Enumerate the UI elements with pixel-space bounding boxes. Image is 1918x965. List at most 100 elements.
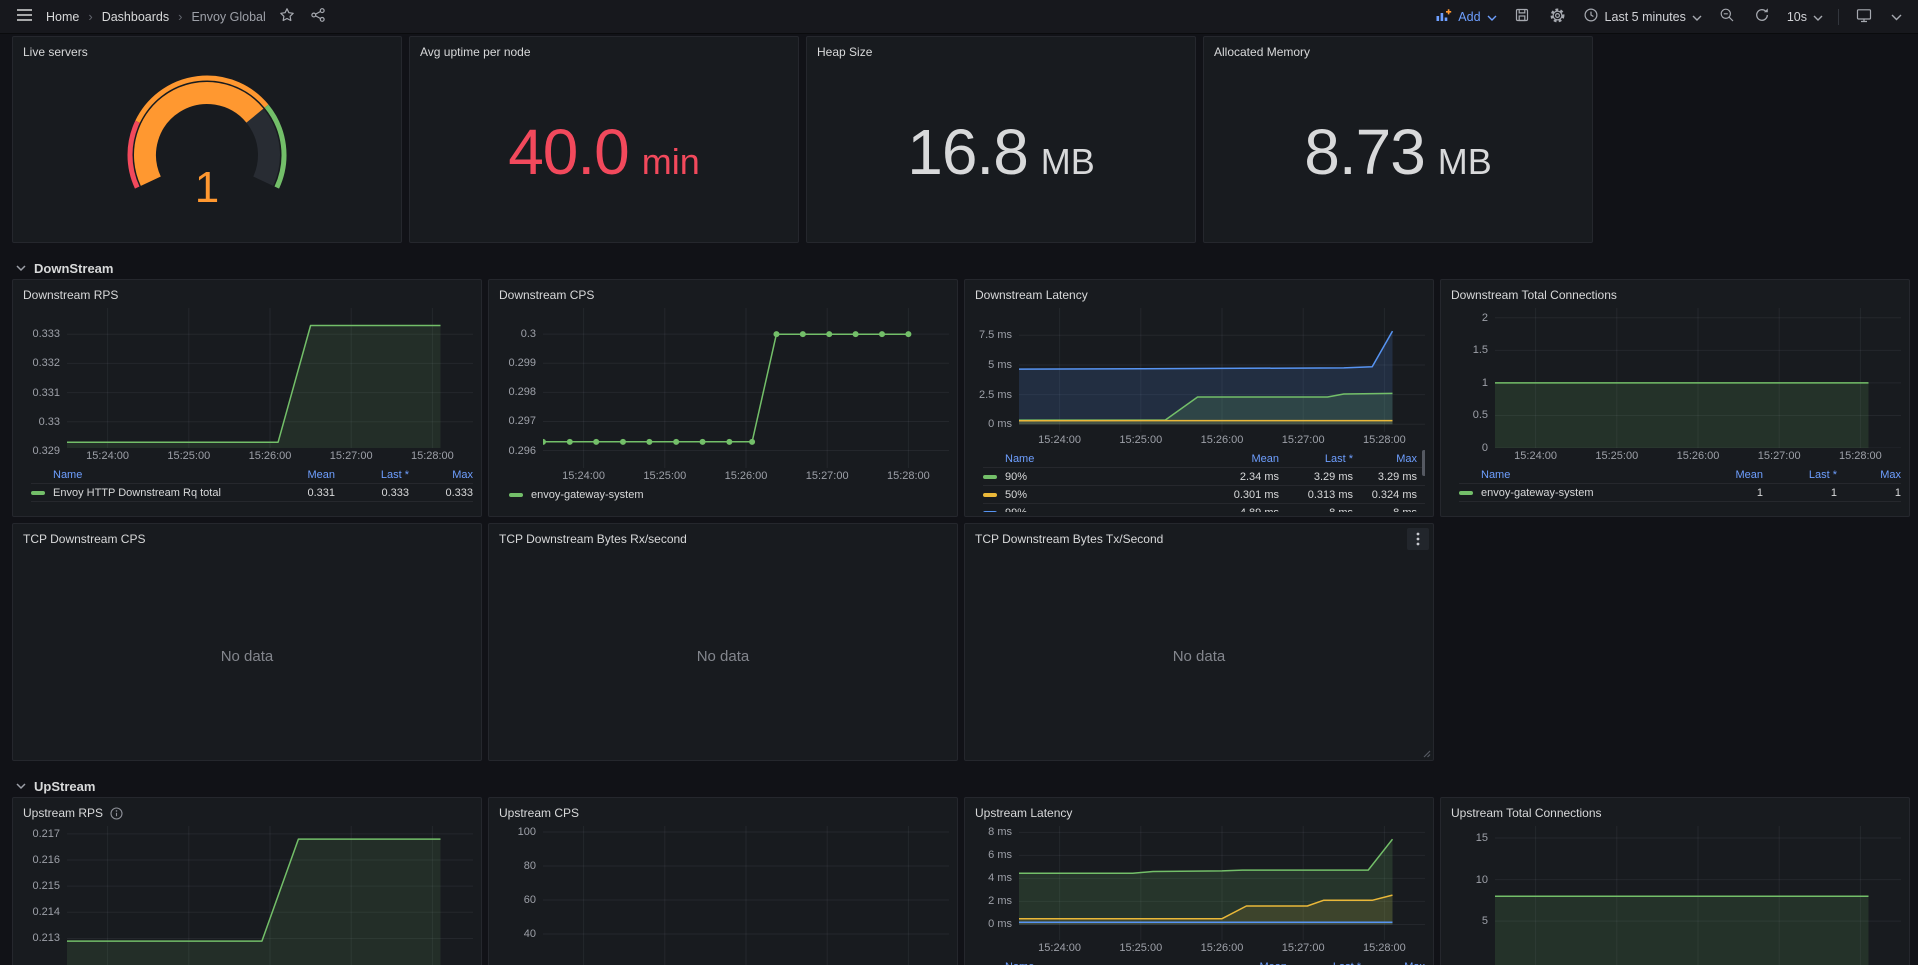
legend-header-max[interactable]: Max <box>1353 453 1417 465</box>
refresh-button[interactable] <box>1752 5 1772 28</box>
kiosk-mode-button[interactable] <box>1854 5 1874 28</box>
nav-more-button[interactable] <box>1889 7 1904 26</box>
legend-header-max[interactable]: Max <box>409 469 473 481</box>
legend-header-last[interactable]: Last * <box>1763 469 1837 481</box>
legend-row[interactable]: 50%0.301 ms0.313 ms0.324 ms <box>983 485 1425 503</box>
section-title: UpStream <box>34 779 95 794</box>
y-tick-label: 0.217 <box>32 827 60 841</box>
add-button-label: Add <box>1458 10 1480 24</box>
legend-swatch <box>983 511 997 513</box>
legend-value: 3.29 ms <box>1279 471 1353 483</box>
legend-row[interactable]: 90%2.34 ms3.29 ms3.29 ms <box>983 467 1425 485</box>
panel-header-tcp-downstream-cps[interactable]: TCP Downstream CPS <box>13 524 481 552</box>
y-axis: 7.5 ms5 ms2.5 ms0 ms <box>973 308 1019 432</box>
legend-header-last[interactable]: Last * <box>335 469 409 481</box>
legend-header-name[interactable]: Name <box>31 469 261 481</box>
legend-downstream-rps: NameMeanLast *Max Envoy HTTP Downstream R… <box>31 466 473 502</box>
y-tick-label: 0.5 <box>1473 408 1488 422</box>
gauge-value: 1 <box>195 163 219 212</box>
x-tick-label: 15:27:00 <box>806 470 849 482</box>
legend-swatch <box>31 491 45 495</box>
zoom-out-time-button[interactable] <box>1717 5 1737 28</box>
share-button[interactable] <box>308 5 328 28</box>
panel-upstream-latency: Upstream Latency 8 ms6 ms4 ms2 ms0 ms 15:2… <box>964 797 1434 965</box>
section-header-downstream[interactable]: DownStream <box>12 249 1906 279</box>
panel-title: TCP Downstream CPS <box>23 532 145 546</box>
stat-body: 16.8MB <box>807 61 1195 242</box>
legend-header-mean[interactable]: Mean <box>1689 469 1763 481</box>
legend-header-mean[interactable]: Mean <box>1205 453 1279 465</box>
add-button[interactable]: Add <box>1435 7 1496 26</box>
chart-svg <box>543 308 949 468</box>
legend-scrollbar[interactable] <box>1422 450 1425 512</box>
panel-header-live-servers[interactable]: Live servers <box>13 37 401 65</box>
stat-value: 16.8 <box>907 120 1028 184</box>
favorite-star-button[interactable] <box>277 5 297 28</box>
legend-header-name[interactable]: Name <box>1459 469 1689 481</box>
stat-body: 40.0min <box>410 61 798 242</box>
refresh-interval-label: 10s <box>1787 10 1807 24</box>
legend-header-row: NameMeanLast *Max <box>983 450 1425 467</box>
panel-title: Downstream RPS <box>23 288 118 302</box>
legend-scrollbar-thumb[interactable] <box>1422 450 1425 476</box>
legend-row[interactable]: envoy-gateway-system111 <box>1459 483 1901 502</box>
nav-left: Home › Dashboards › Envoy Global <box>14 5 328 28</box>
legend-header-mean[interactable]: Mean <box>1213 961 1287 965</box>
legend-swatch <box>983 493 997 497</box>
panel-title: Live servers <box>23 45 88 59</box>
legend-item[interactable]: envoy-gateway-system <box>507 486 949 504</box>
panel-header-upstream-total-connections[interactable]: Upstream Total Connections <box>1441 798 1909 826</box>
no-data-text: No data <box>13 552 481 760</box>
panel-header-downstream-cps[interactable]: Downstream CPS <box>489 280 957 308</box>
dashboard-settings-button[interactable] <box>1547 5 1568 29</box>
panel-allocated-memory: Allocated Memory8.73MB <box>1203 36 1593 243</box>
x-tick-label: 15:28:00 <box>411 450 454 462</box>
y-tick-label: 0.299 <box>508 356 536 370</box>
panel-header-upstream-rps[interactable]: Upstream RPS <box>13 798 481 826</box>
panel-tcp-downstream-bytes-rx-second: TCP Downstream Bytes Rx/secondNo data <box>488 523 958 761</box>
refresh-interval-picker[interactable]: 10s <box>1787 10 1823 24</box>
panel-tcp-downstream-cps: TCP Downstream CPS No data <box>12 523 482 761</box>
breadcrumb-home[interactable]: Home <box>46 10 79 24</box>
y-tick-label: 0.296 <box>508 444 536 458</box>
breadcrumb-dashboards[interactable]: Dashboards <box>102 10 169 24</box>
legend-header-last[interactable]: Last * <box>1287 961 1361 965</box>
section-header-upstream[interactable]: UpStream <box>12 767 1906 797</box>
y-tick-label: 15 <box>1476 831 1488 845</box>
panel-menu-button[interactable] <box>1407 528 1429 550</box>
legend-header-max[interactable]: Max <box>1837 469 1901 481</box>
breadcrumb-separator: › <box>178 9 182 24</box>
panel-title: Upstream Latency <box>975 806 1072 820</box>
x-tick-label: 15:28:00 <box>1363 942 1406 954</box>
legend-value: 8 ms <box>1279 507 1353 513</box>
panel-header-tcp-downstream-bytes-rx-second[interactable]: TCP Downstream Bytes Rx/second <box>489 524 957 552</box>
legend-row[interactable]: 99%4.89 ms8 ms8 ms <box>983 503 1425 512</box>
panel-header-downstream-latency[interactable]: Downstream Latency <box>965 280 1433 308</box>
menu-toggle-button[interactable] <box>14 6 35 27</box>
panel-header-upstream-cps[interactable]: Upstream CPS <box>489 798 957 826</box>
panel-header-upstream-latency[interactable]: Upstream Latency <box>965 798 1433 826</box>
grafana-dashboard-screen: Home › Dashboards › Envoy Global <box>0 0 1918 965</box>
info-icon[interactable] <box>110 807 123 820</box>
panel-downstream-total-connections: Downstream Total Connections21.510.5015:… <box>1440 279 1910 517</box>
panel-header-tcp-downstream-bytes-tx-second[interactable]: TCP Downstream Bytes Tx/Second <box>965 524 1433 552</box>
legend-row[interactable]: Envoy HTTP Downstream Rq total0.3310.333… <box>31 483 473 502</box>
y-axis: 0.2170.2160.2150.2140.213 <box>21 826 67 965</box>
legend-header-max[interactable]: Max <box>1361 961 1425 965</box>
legend-header-mean[interactable]: Mean <box>261 469 335 481</box>
chart-upstream-latency <box>1019 826 1425 940</box>
legend-header-last[interactable]: Last * <box>1279 453 1353 465</box>
y-tick-label: 40 <box>524 927 536 941</box>
panel-avg-uptime-per-node: Avg uptime per node40.0min <box>409 36 799 243</box>
y-tick-label: 0 ms <box>988 917 1012 931</box>
legend-value: 4.89 ms <box>1205 507 1279 513</box>
legend-header-name[interactable]: Name <box>983 453 1205 465</box>
time-range-picker[interactable]: Last 5 minutes <box>1583 7 1702 26</box>
y-axis: 8 ms6 ms4 ms2 ms0 ms <box>973 826 1019 940</box>
panel-title: Allocated Memory <box>1214 45 1310 59</box>
legend-header-name[interactable]: Name <box>983 961 1213 965</box>
panel-header-downstream-total-connections[interactable]: Downstream Total Connections <box>1441 280 1909 308</box>
panel-header-downstream-rps[interactable]: Downstream RPS <box>13 280 481 308</box>
y-tick-label: 1 <box>1482 376 1488 390</box>
save-dashboard-button[interactable] <box>1512 5 1532 28</box>
